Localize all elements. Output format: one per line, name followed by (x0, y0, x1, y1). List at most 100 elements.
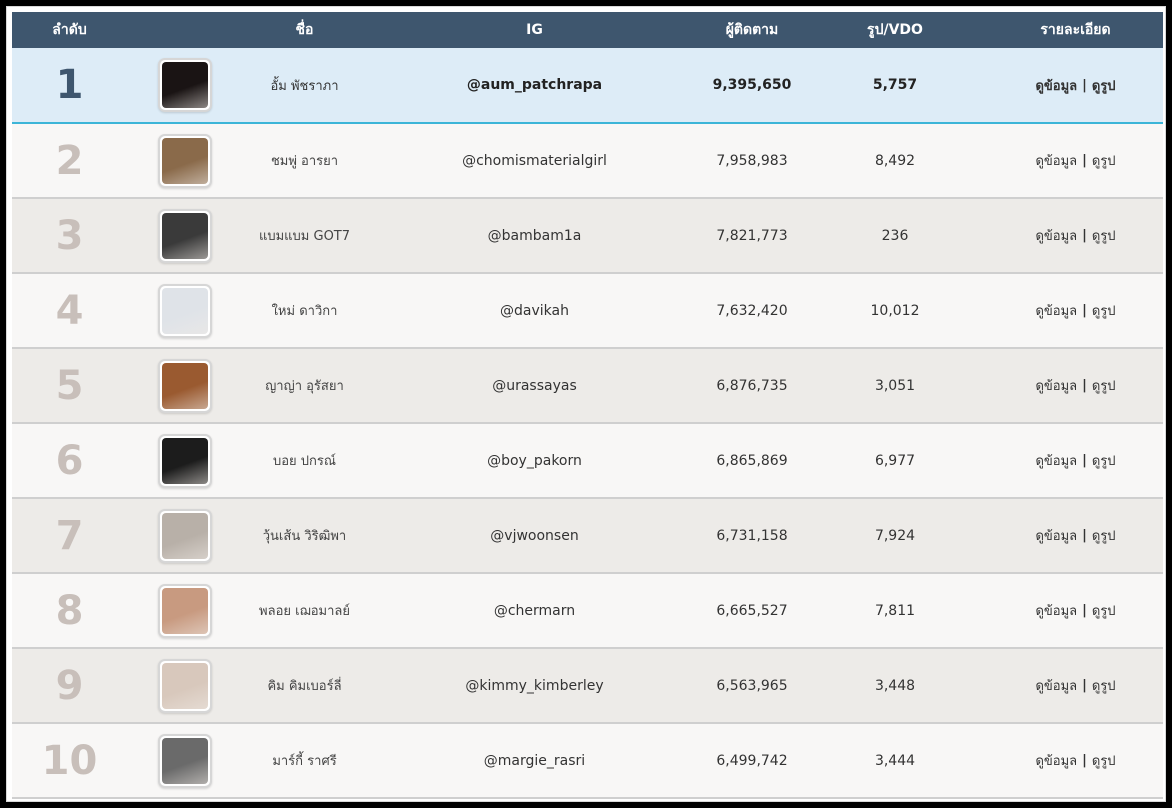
avatar-image (161, 437, 208, 484)
ig-handle: @urassayas (492, 377, 577, 394)
rank-number: 1 (55, 62, 84, 108)
avatar-image (161, 512, 208, 559)
followers-cell: 7,821,773 (702, 228, 802, 244)
ig-handle: @kimmy_kimberley (465, 677, 604, 694)
followers-cell: 6,865,869 (702, 453, 802, 469)
posts-cell: 7,811 (802, 603, 988, 619)
celebrity-name: แบมแบม GOT7 (258, 229, 351, 244)
followers-cell: 7,958,983 (702, 153, 802, 169)
avatar-cell (127, 433, 242, 488)
view-info-link[interactable]: ดูข้อมูล (1035, 600, 1077, 621)
view-info-link[interactable]: ดูข้อมูล (1035, 375, 1077, 396)
avatar-cell (127, 208, 242, 263)
header-rank: ลำดับ (52, 22, 87, 38)
name-cell: ชมพู่ อารยา (242, 150, 367, 171)
posts-count: 6,977 (874, 452, 916, 469)
name-cell: อั้ม พัชราภา (242, 75, 367, 96)
view-photos-link[interactable]: ดูรูป (1092, 600, 1116, 621)
table-row: 8 พลอย เฌอมาลย์ @chermarn 6,665,527 7,811 ดูข… (12, 574, 1163, 649)
view-photos-link[interactable]: ดูรูป (1092, 150, 1116, 171)
avatar[interactable] (157, 508, 212, 563)
view-photos-link[interactable]: ดูรูป (1092, 300, 1116, 321)
link-separator: | (1082, 303, 1087, 318)
posts-count: 3,448 (874, 677, 916, 694)
table-row: 6 บอย ปกรณ์ @boy_pakorn 6,865,869 6,977 ดูข้อ… (12, 424, 1163, 499)
details-cell: ดูข้อมูล | ดูรูป (988, 225, 1163, 246)
ig-cell: @kimmy_kimberley (367, 678, 702, 694)
avatar[interactable] (157, 733, 212, 788)
header-name: ชื่อ (295, 22, 314, 38)
name-cell: วุ้นเส้น วิริฒิพา (242, 525, 367, 546)
rank-number: 2 (55, 137, 84, 184)
rank-cell: 3 (12, 213, 127, 259)
header-followers: ผู้ติดตาม (725, 22, 779, 38)
view-info-link[interactable]: ดูข้อมูล (1035, 450, 1077, 471)
view-info-link[interactable]: ดูข้อมูล (1035, 300, 1077, 321)
view-info-link[interactable]: ดูข้อมูล (1035, 75, 1077, 96)
followers-cell: 6,876,735 (702, 378, 802, 394)
view-info-link[interactable]: ดูข้อมูล (1035, 750, 1077, 771)
followers-count: 6,865,869 (716, 452, 788, 469)
ig-handle: @vjwoonsen (490, 527, 579, 544)
posts-count: 8,492 (874, 152, 916, 169)
rank-cell: 7 (12, 513, 127, 559)
avatar-image (161, 287, 208, 334)
header-ig: IG (526, 22, 543, 38)
followers-count: 6,665,527 (716, 602, 788, 619)
avatar-cell (127, 733, 242, 788)
avatar[interactable] (157, 358, 212, 413)
details-cell: ดูข้อมูล | ดูรูป (988, 150, 1163, 171)
link-separator: | (1082, 153, 1087, 168)
details-cell: ดูข้อมูล | ดูรูป (988, 600, 1163, 621)
avatar[interactable] (157, 133, 212, 188)
view-photos-link[interactable]: ดูรูป (1092, 375, 1116, 396)
link-separator: | (1082, 603, 1087, 618)
table-header: ลำดับ ชื่อ IG ผู้ติดตาม รูป/VDO รายละเอี… (12, 12, 1163, 48)
details-cell: ดูข้อมูล | ดูรูป (988, 375, 1163, 396)
rank-cell: 5 (12, 363, 127, 409)
ig-handle: @aum_patchrapa (466, 77, 603, 93)
ig-cell: @margie_rasri (367, 753, 702, 769)
ig-cell: @bambam1a (367, 228, 702, 244)
rank-number: 6 (55, 437, 84, 484)
avatar[interactable] (157, 58, 212, 112)
view-photos-link[interactable]: ดูรูป (1092, 525, 1116, 546)
avatar[interactable] (157, 583, 212, 638)
ig-cell: @vjwoonsen (367, 528, 702, 544)
view-info-link[interactable]: ดูข้อมูล (1035, 675, 1077, 696)
details-cell: ดูข้อมูล | ดูรูป (988, 675, 1163, 696)
rank-number: 5 (55, 362, 84, 409)
celebrity-name: ชมพู่ อารยา (270, 154, 339, 169)
ig-handle: @boy_pakorn (487, 452, 582, 469)
avatar[interactable] (157, 208, 212, 263)
view-info-link[interactable]: ดูข้อมูล (1035, 150, 1077, 171)
avatar[interactable] (157, 433, 212, 488)
posts-count: 7,924 (874, 527, 916, 544)
posts-count: 10,012 (870, 302, 920, 319)
celebrity-name: คิม คิมเบอร์ลี่ (267, 679, 342, 694)
details-cell: ดูข้อมูล | ดูรูป (988, 75, 1163, 96)
view-info-link[interactable]: ดูข้อมูล (1035, 525, 1077, 546)
ig-cell: @boy_pakorn (367, 453, 702, 469)
avatar-cell (127, 58, 242, 112)
view-info-link[interactable]: ดูข้อมูล (1035, 225, 1077, 246)
avatar-cell (127, 133, 242, 188)
avatar-cell (127, 658, 242, 713)
view-photos-link[interactable]: ดูรูป (1092, 750, 1116, 771)
avatar-image (161, 662, 208, 709)
celebrity-name: วุ้นเส้น วิริฒิพา (262, 529, 347, 544)
view-photos-link[interactable]: ดูรูป (1092, 225, 1116, 246)
ig-handle: @margie_rasri (483, 752, 586, 769)
avatar[interactable] (157, 283, 212, 338)
name-cell: แบมแบม GOT7 (242, 225, 367, 246)
avatar[interactable] (157, 658, 212, 713)
posts-cell: 236 (802, 228, 988, 244)
followers-cell: 6,731,158 (702, 528, 802, 544)
view-photos-link[interactable]: ดูรูป (1092, 675, 1116, 696)
rank-cell: 9 (12, 663, 127, 709)
view-photos-link[interactable]: ดูรูป (1092, 450, 1116, 471)
posts-cell: 3,051 (802, 378, 988, 394)
link-separator: | (1082, 528, 1087, 543)
posts-cell: 5,757 (802, 77, 988, 93)
view-photos-link[interactable]: ดูรูป (1092, 75, 1116, 96)
